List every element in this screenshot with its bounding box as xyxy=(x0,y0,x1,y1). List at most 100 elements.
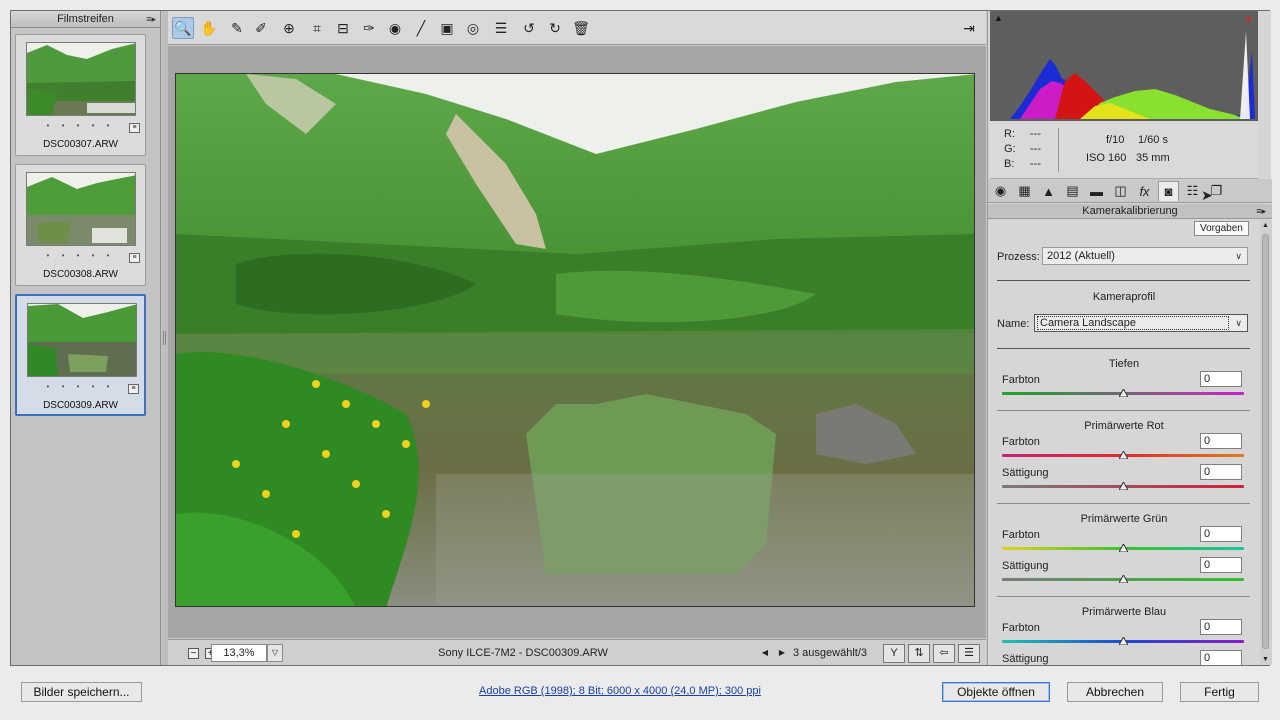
view-settings-icon[interactable]: ☰ xyxy=(958,644,980,663)
thumbnail-image xyxy=(26,172,136,246)
zoom-level-field[interactable]: 13,3% xyxy=(211,644,267,662)
adjusted-badge-icon: ≡ xyxy=(128,384,139,394)
previous-image-icon[interactable]: ◀ xyxy=(758,646,772,660)
green-saturation-field[interactable]: 0 xyxy=(1200,557,1242,573)
thumb-filename: DSC00309.ARW xyxy=(43,400,118,411)
open-objects-button[interactable]: Objekte öffnen xyxy=(942,682,1050,702)
profile-name-value: Camera Landscape xyxy=(1037,316,1229,330)
profile-name-select[interactable]: Camera Landscape ∨ xyxy=(1034,314,1248,332)
camera-file-label: Sony ILCE-7M2 - DSC00309.ARW xyxy=(438,647,608,659)
rating-stars[interactable]: • • • • • xyxy=(16,251,145,260)
tab-split-toning-icon[interactable]: ▬ xyxy=(1086,181,1107,201)
tab-hsl-icon[interactable]: ▤ xyxy=(1062,181,1083,201)
filmstrip-thumb-selected[interactable]: • • • • • ≡ DSC00309.ARW xyxy=(15,294,146,416)
section-green-primary: Primärwerte Grün xyxy=(1080,513,1168,525)
iso: ISO 160 xyxy=(1086,152,1127,164)
tab-effects-icon[interactable]: fx xyxy=(1134,181,1155,201)
cancel-button[interactable]: Abbrechen xyxy=(1067,682,1163,702)
tab-camera-calibration-icon[interactable]: ◙ xyxy=(1158,181,1179,201)
filter-icon[interactable]: Y xyxy=(883,644,905,663)
scrollbar-thumb[interactable] xyxy=(1262,234,1269,649)
tab-lens-icon[interactable]: ◫ xyxy=(1110,181,1131,201)
section-camera-profile: Kameraprofil xyxy=(1092,291,1156,303)
filmstrip-panel: Filmstreifen ≡▸ • • • • • ≡ DSC00307.ARW xyxy=(11,11,161,665)
red-eye-icon[interactable]: ◉ xyxy=(384,17,406,39)
green-saturation-label: Sättigung xyxy=(1002,560,1049,572)
zoom-dropdown-icon[interactable]: ▽ xyxy=(267,644,283,662)
hand-icon[interactable]: ✋ xyxy=(198,17,220,39)
blue-saturation-field[interactable]: 0 xyxy=(1200,650,1242,665)
red-hue-field[interactable]: 0 xyxy=(1200,433,1242,449)
slider-handle[interactable] xyxy=(1119,482,1128,490)
panel-title: Kamerakalibrierung ≡▸ xyxy=(988,204,1272,219)
process-label: Prozess: xyxy=(997,251,1040,263)
next-image-icon[interactable]: ▶ xyxy=(775,646,789,660)
crop-icon[interactable]: ⌗ xyxy=(306,17,328,39)
target-adjust-icon[interactable]: ⊕ xyxy=(278,17,300,39)
rating-stars[interactable]: • • • • • xyxy=(16,121,145,130)
trash-icon[interactable]: 🗑 xyxy=(570,17,592,39)
rating-stars[interactable]: • • • • • xyxy=(17,382,144,391)
r-value: --- xyxy=(1030,128,1041,140)
shadows-tint-label: Farbton xyxy=(1002,374,1040,386)
tab-basic-icon[interactable]: ◉ xyxy=(990,181,1011,201)
green-hue-field[interactable]: 0 xyxy=(1200,526,1242,542)
chevron-down-icon: ∨ xyxy=(1235,251,1242,261)
process-select[interactable]: 2012 (Aktuell) ∨ xyxy=(1042,247,1248,265)
compare-icon[interactable]: ⇦ xyxy=(933,644,955,663)
workflow-options-link[interactable]: Adobe RGB (1998); 8 Bit; 6000 x 4000 (24… xyxy=(420,685,820,697)
green-hue-label: Farbton xyxy=(1002,529,1040,541)
shadow-clipping-icon[interactable]: ▲ xyxy=(994,13,1003,23)
tab-presets-icon[interactable]: ☷ xyxy=(1182,181,1203,201)
tooltip: Vorgaben xyxy=(1194,221,1249,236)
shadows-tint-field[interactable]: 0 xyxy=(1200,371,1242,387)
adjustment-brush-icon[interactable]: ╱ xyxy=(410,17,432,39)
slider-handle[interactable] xyxy=(1119,544,1128,552)
preview-canvas[interactable] xyxy=(168,46,986,638)
panel-scrollbar[interactable]: ▲ ▼ xyxy=(1260,220,1272,665)
g-label: G: xyxy=(1004,143,1016,155)
blue-hue-field[interactable]: 0 xyxy=(1200,619,1242,635)
r-label: R: xyxy=(1004,128,1015,140)
straighten-icon[interactable]: ⊟ xyxy=(332,17,354,39)
white-balance-icon[interactable]: ✎ xyxy=(226,17,248,39)
radial-filter-icon[interactable]: ◎ xyxy=(462,17,484,39)
slider-handle[interactable] xyxy=(1119,389,1128,397)
slider-handle[interactable] xyxy=(1119,575,1128,583)
spot-removal-icon[interactable]: ✑ xyxy=(358,17,380,39)
aperture: f/10 xyxy=(1106,134,1125,146)
highlight-clipping-icon[interactable]: ▲ xyxy=(1244,13,1253,23)
red-saturation-label: Sättigung xyxy=(1002,467,1049,479)
scroll-up-icon[interactable]: ▲ xyxy=(1262,222,1269,229)
section-red-primary: Primärwerte Rot xyxy=(1084,420,1164,432)
rotate-right-icon[interactable]: ↻ xyxy=(544,17,566,39)
fullscreen-toggle-icon[interactable]: ⇥ xyxy=(958,17,980,39)
preferences-icon[interactable]: ☰ xyxy=(490,17,512,39)
save-images-button[interactable]: Bilder speichern... xyxy=(21,682,142,702)
zoom-out-button[interactable]: − xyxy=(188,648,199,659)
filmstrip-thumb[interactable]: • • • • • ≡ DSC00308.ARW xyxy=(15,164,146,286)
mouse-cursor-icon: ➤ xyxy=(1201,187,1213,203)
graduated-filter-icon[interactable]: ▣ xyxy=(436,17,458,39)
rotate-left-icon[interactable]: ↺ xyxy=(518,17,540,39)
panel-menu-icon[interactable]: ≡▸ xyxy=(1256,204,1266,219)
tab-detail-icon[interactable]: ▲ xyxy=(1038,181,1059,201)
sync-icon[interactable]: ⇅ xyxy=(908,644,930,663)
shutter-speed: 1/60 s xyxy=(1138,134,1168,146)
red-saturation-field[interactable]: 0 xyxy=(1200,464,1242,480)
filmstrip-menu-icon[interactable]: ≡▸ xyxy=(146,11,156,28)
panel-tabs: ◉ ▦ ▲ ▤ ▬ ◫ fx ◙ ☷ ❐ xyxy=(988,179,1272,203)
section-blue-primary: Primärwerte Blau xyxy=(1081,606,1167,618)
filmstrip-thumb[interactable]: • • • • • ≡ DSC00307.ARW xyxy=(15,34,146,156)
blue-hue-label: Farbton xyxy=(1002,622,1040,634)
histogram: ▲ ▲ xyxy=(990,11,1258,121)
done-button[interactable]: Fertig xyxy=(1180,682,1259,702)
status-bar: − + 13,3% ▽ Sony ILCE-7M2 - DSC00309.ARW… xyxy=(168,639,986,665)
scroll-down-icon[interactable]: ▼ xyxy=(1262,656,1269,663)
color-sampler-icon[interactable]: ✐ xyxy=(250,17,272,39)
adjusted-badge-icon: ≡ xyxy=(129,253,140,263)
tab-tone-curve-icon[interactable]: ▦ xyxy=(1014,181,1035,201)
slider-handle[interactable] xyxy=(1119,451,1128,459)
slider-handle[interactable] xyxy=(1119,637,1128,645)
zoom-icon[interactable]: 🔍 xyxy=(172,17,194,39)
